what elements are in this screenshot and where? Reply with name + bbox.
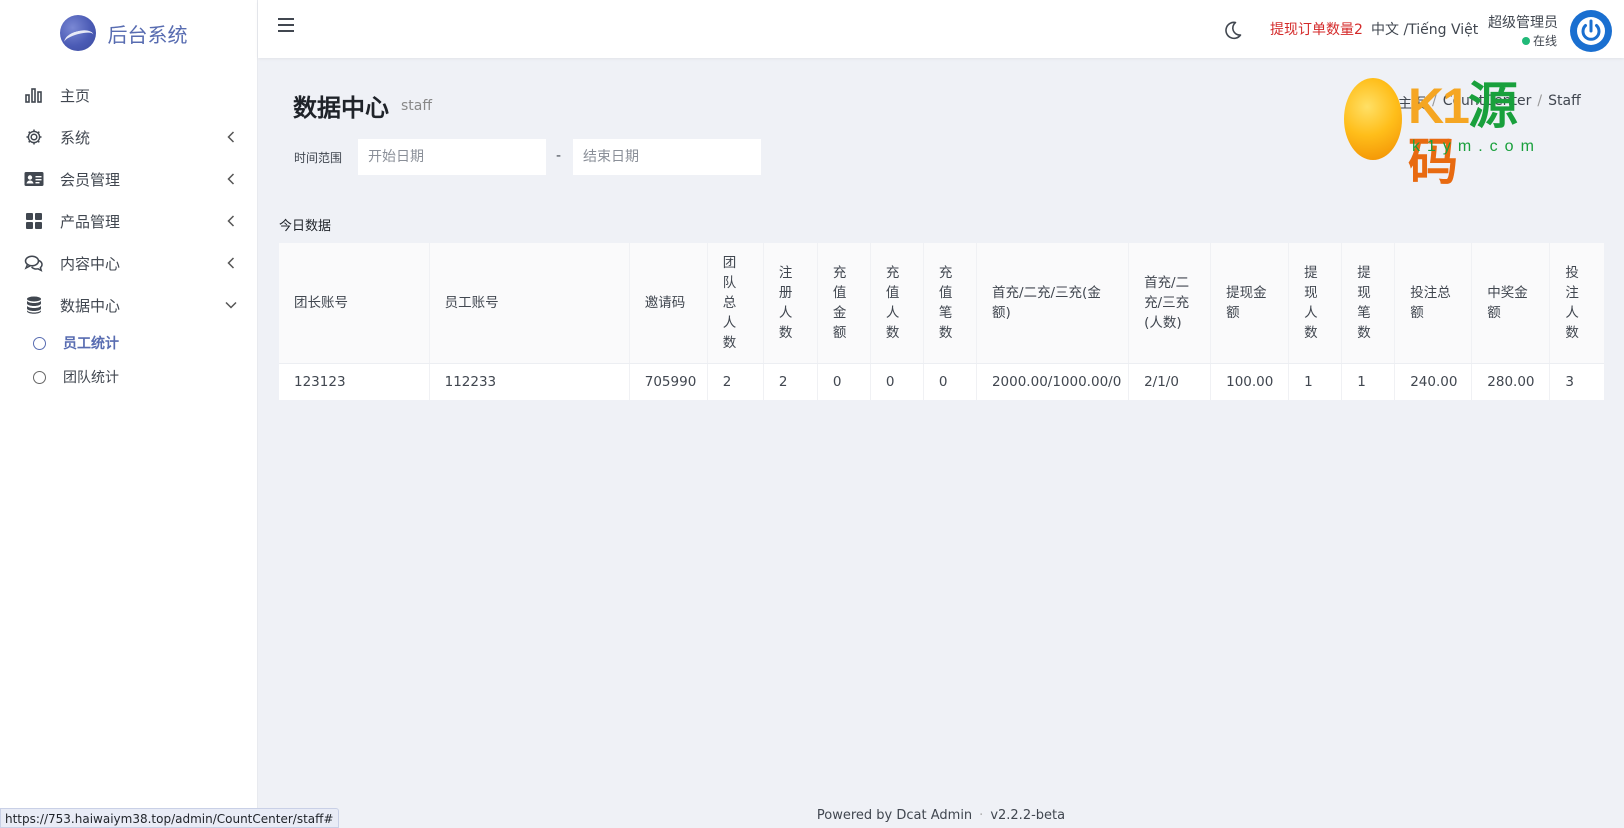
sidebar: 后台系统 主页 系统 会员管理 产品管理 内容中心 数据中心 员工统计 团队统计: [0, 0, 258, 828]
column-header: 团队总人数: [707, 243, 764, 364]
watermark-brand: K1源码: [1408, 78, 1518, 190]
page-title: 数据中心: [293, 94, 389, 122]
footer: Powered by Dcat Admin · v2.2.2-beta: [816, 808, 1066, 823]
brand[interactable]: 后台系统: [0, 0, 257, 66]
today-data-title: 今日数据: [279, 219, 332, 234]
table-cell: 112233: [429, 363, 630, 400]
table-cell: 2/1/0: [1128, 363, 1212, 400]
sidebar-item-system[interactable]: 系统: [0, 116, 257, 158]
k1ym-watermark-logo: K1源码 k1ym.com: [1344, 78, 1550, 190]
language-switch[interactable]: 中文 /Tiếng Việt: [1371, 19, 1478, 39]
breadcrumb-current: Staff: [1548, 93, 1581, 109]
sidebar-subitem-team-stats[interactable]: 团队统计: [0, 360, 257, 394]
table-row: 123123 112233 705990 2 2 0 0 0 2000.00/1…: [279, 363, 1604, 400]
watermark-url: k1ym.com: [1412, 138, 1541, 155]
sidebar-subitem-label: 团队统计: [63, 370, 119, 386]
sidebar-item-products[interactable]: 产品管理: [0, 200, 257, 242]
sidebar-subitem-label: 员工统计: [63, 336, 119, 352]
column-header: 充值笔数: [923, 243, 977, 364]
end-date-input[interactable]: [573, 139, 761, 175]
column-header: 邀请码: [629, 243, 708, 364]
column-header: 投注人数: [1549, 243, 1604, 364]
topbar: 提现订单数量2 中文 /Tiếng Việt 超级管理员 在线: [258, 0, 1624, 58]
withdraw-order-count-link[interactable]: 提现订单数量2: [1270, 19, 1363, 39]
version-label: v2.2.2-beta: [990, 808, 1066, 823]
chevron-left-icon: [223, 255, 239, 271]
chevron-left-icon: [223, 171, 239, 187]
user-name[interactable]: 超级管理员: [1488, 12, 1558, 32]
table-cell: 2: [707, 363, 764, 400]
sidebar-item-label: 内容中心: [60, 254, 121, 273]
user-status-label: 在线: [1533, 34, 1558, 48]
user-status: 在线: [1522, 32, 1557, 49]
avatar[interactable]: [1570, 10, 1612, 52]
brand-logo: [59, 15, 96, 51]
column-header: 员工账号: [429, 243, 630, 364]
column-header: 中奖金额: [1471, 243, 1551, 364]
watermark-ball: [1344, 78, 1402, 160]
table-cell: 0: [923, 363, 977, 400]
table-cell: 1: [1288, 363, 1343, 400]
column-header: 提现金额: [1210, 243, 1290, 364]
column-header: 首充/二充/三充(人数): [1128, 243, 1212, 364]
column-header: 提现人数: [1288, 243, 1343, 364]
sidebar-item-label: 产品管理: [60, 212, 121, 231]
staff-stats-table: 团长账号 员工账号 邀请码 团队总人数 注册人数 充值金额 充值人数 充值笔数 …: [279, 243, 1604, 400]
table-cell: 280.00: [1471, 363, 1551, 400]
sidebar-item-content[interactable]: 内容中心: [0, 242, 257, 284]
browser-status-url: https://753.haiwaiym38.top/admin/CountCe…: [0, 808, 340, 828]
column-header: 提现笔数: [1341, 243, 1396, 364]
comments-icon: [24, 253, 44, 273]
column-header: 充值人数: [870, 243, 924, 364]
grid-icon: [24, 211, 44, 231]
chevron-down-icon: [223, 297, 239, 313]
date-range-separator: -: [556, 148, 562, 164]
table-cell: 0: [870, 363, 924, 400]
column-header: 充值金额: [817, 243, 871, 364]
table-cell: 705990: [629, 363, 708, 400]
table-cell: 3: [1565, 373, 1574, 390]
table-cell: 100.00: [1210, 363, 1290, 400]
sidebar-item-label: 主页: [60, 86, 91, 105]
table-header-row: 团长账号 员工账号 邀请码 团队总人数 注册人数 充值金额 充值人数 充值笔数 …: [279, 243, 1604, 364]
bar-chart-icon: [24, 85, 44, 105]
circle-icon: [33, 336, 46, 350]
brand-name: 后台系统: [107, 22, 188, 47]
chevron-left-icon: [223, 213, 239, 229]
column-header: 团长账号: [279, 243, 430, 364]
database-icon: [24, 295, 44, 315]
sidebar-nav: 主页 系统 会员管理 产品管理 内容中心 数据中心 员工统计 团队统计: [0, 66, 257, 394]
column-header: 投注总额: [1394, 243, 1473, 364]
sidebar-item-label: 系统: [60, 128, 91, 147]
dark-mode-moon-icon[interactable]: [1222, 19, 1244, 41]
sidebar-item-label: 会员管理: [60, 170, 121, 189]
table-cell: 2000.00/1000.00/0: [976, 363, 1130, 400]
sidebar-subitem-staff-stats[interactable]: 员工统计: [0, 326, 257, 360]
sidebar-item-home[interactable]: 主页: [0, 74, 257, 116]
column-header: 首充/二充/三充(金额): [976, 243, 1130, 364]
time-range-label: 时间范围: [294, 151, 343, 165]
start-date-input[interactable]: [358, 139, 546, 175]
table-cell: 1: [1341, 363, 1396, 400]
circle-icon: [33, 370, 46, 384]
gear-icon: [24, 127, 44, 147]
page-subtitle: staff: [401, 98, 433, 114]
sidebar-item-data-center[interactable]: 数据中心: [0, 284, 257, 326]
table-cell: 240.00: [1394, 363, 1473, 400]
online-dot-icon: [1522, 36, 1530, 45]
menu-toggle-icon[interactable]: [278, 18, 294, 32]
chevron-left-icon: [223, 129, 239, 145]
id-card-icon: [24, 169, 44, 189]
table-cell: 123123: [279, 363, 430, 400]
sidebar-item-members[interactable]: 会员管理: [0, 158, 257, 200]
table-cell: 2: [763, 363, 818, 400]
sidebar-item-label: 数据中心: [60, 296, 121, 315]
column-header: 注册人数: [763, 243, 818, 364]
table-cell: 0: [817, 363, 871, 400]
powered-by-link[interactable]: Powered by Dcat Admin: [817, 808, 972, 823]
